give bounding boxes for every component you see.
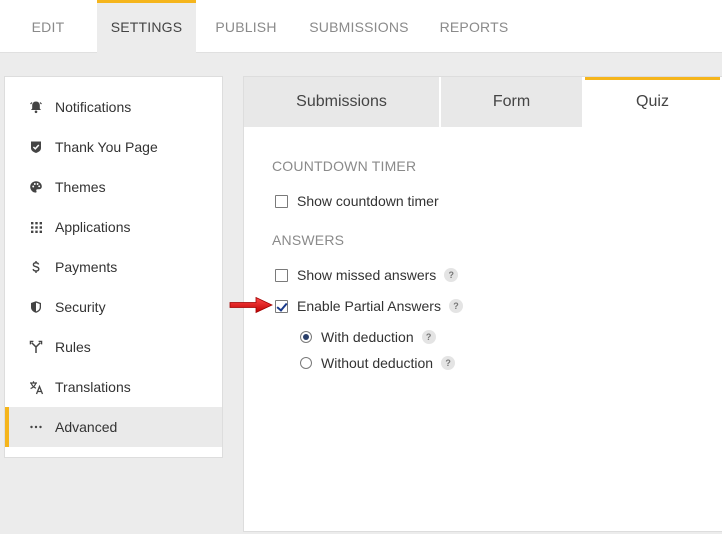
tab-edit-label: EDIT (31, 18, 65, 35)
sub-tabs: Submissions Form Quiz (244, 77, 722, 127)
subtab-submissions-label: Submissions (296, 93, 387, 110)
sidebar-item-label: Applications (55, 219, 131, 235)
subtab-form[interactable]: Form (441, 77, 582, 127)
tab-submissions[interactable]: SUBMISSIONS (303, 0, 415, 53)
shield-check-icon (28, 139, 44, 155)
tab-reports[interactable]: REPORTS (432, 0, 516, 53)
sidebar-item-label: Thank You Page (55, 139, 158, 155)
show-missed-label: Show missed answers (297, 267, 437, 283)
tab-publish[interactable]: PUBLISH (206, 0, 286, 53)
tab-settings[interactable]: SETTINGS (97, 0, 196, 53)
help-icon[interactable]: ? (441, 356, 456, 370)
partial-answers-label: Enable Partial Answers (297, 298, 441, 314)
with-deduction-row: With deduction ? (300, 329, 436, 345)
sidebar-item-notifications[interactable]: Notifications (5, 87, 222, 127)
translate-icon (28, 379, 44, 395)
without-deduction-row: Without deduction ? (300, 355, 456, 371)
sidebar-item-label: Themes (55, 179, 106, 195)
palette-icon (28, 179, 44, 195)
sidebar-item-label: Payments (55, 259, 118, 275)
show-missed-row: Show missed answers ? (275, 267, 459, 283)
sidebar-item-rules[interactable]: Rules (5, 327, 222, 367)
sidebar-item-label: Advanced (55, 419, 118, 435)
without-deduction-label: Without deduction (321, 355, 434, 371)
tab-publish-label: PUBLISH (215, 18, 277, 35)
tab-settings-label: SETTINGS (110, 18, 183, 35)
subtab-form-label: Form (492, 93, 531, 110)
tab-submissions-label: SUBMISSIONS (309, 18, 409, 35)
sidebar-item-translations[interactable]: Translations (5, 367, 222, 407)
settings-sidebar: Notifications Thank You Page Themes Appl… (4, 76, 223, 458)
sidebar-item-label: Notifications (55, 99, 132, 115)
show-countdown-row: Show countdown timer (275, 193, 439, 209)
with-deduction-label: With deduction (321, 329, 414, 345)
subtab-submissions[interactable]: Submissions (244, 77, 439, 127)
sidebar-item-label: Translations (55, 379, 131, 395)
sidebar-item-label: Rules (55, 339, 91, 355)
partial-answers-row: Enable Partial Answers ? (275, 298, 463, 314)
sidebar-item-themes[interactable]: Themes (5, 167, 222, 207)
settings-panel: Submissions Form Quiz COUNTDOWN TIMER Sh… (243, 76, 722, 532)
countdown-section-title: COUNTDOWN TIMER (272, 158, 417, 174)
subtab-quiz-label: Quiz (636, 93, 669, 110)
sidebar-item-thank-you-page[interactable]: Thank You Page (5, 127, 222, 167)
sidebar-item-security[interactable]: Security (5, 287, 222, 327)
grid-icon (28, 219, 44, 235)
sidebar-item-label: Security (55, 299, 106, 315)
tab-reports-label: REPORTS (439, 18, 509, 35)
answers-section-title: ANSWERS (272, 232, 345, 248)
without-deduction-radio[interactable] (300, 357, 312, 369)
show-missed-checkbox[interactable] (275, 268, 288, 282)
sidebar-item-advanced[interactable]: Advanced (5, 407, 222, 447)
show-countdown-label: Show countdown timer (297, 193, 439, 209)
shield-icon (28, 299, 44, 315)
sidebar-item-applications[interactable]: Applications (5, 207, 222, 247)
top-navigation: EDIT SETTINGS PUBLISH SUBMISSIONS REPORT… (0, 0, 722, 53)
more-icon (28, 419, 44, 435)
help-icon[interactable]: ? (448, 299, 463, 313)
tab-edit[interactable]: EDIT (16, 0, 80, 53)
help-icon[interactable]: ? (421, 330, 436, 344)
show-countdown-checkbox[interactable] (275, 194, 288, 208)
subtab-quiz[interactable]: Quiz (585, 77, 720, 127)
with-deduction-radio[interactable] (300, 331, 312, 343)
help-icon[interactable]: ? (444, 268, 459, 282)
sidebar-item-payments[interactable]: Payments (5, 247, 222, 287)
bell-icon (28, 99, 44, 115)
partial-answers-checkbox[interactable] (275, 299, 288, 313)
fork-icon (28, 339, 44, 355)
annotation-arrow-icon (229, 296, 273, 314)
dollar-icon (28, 259, 44, 275)
